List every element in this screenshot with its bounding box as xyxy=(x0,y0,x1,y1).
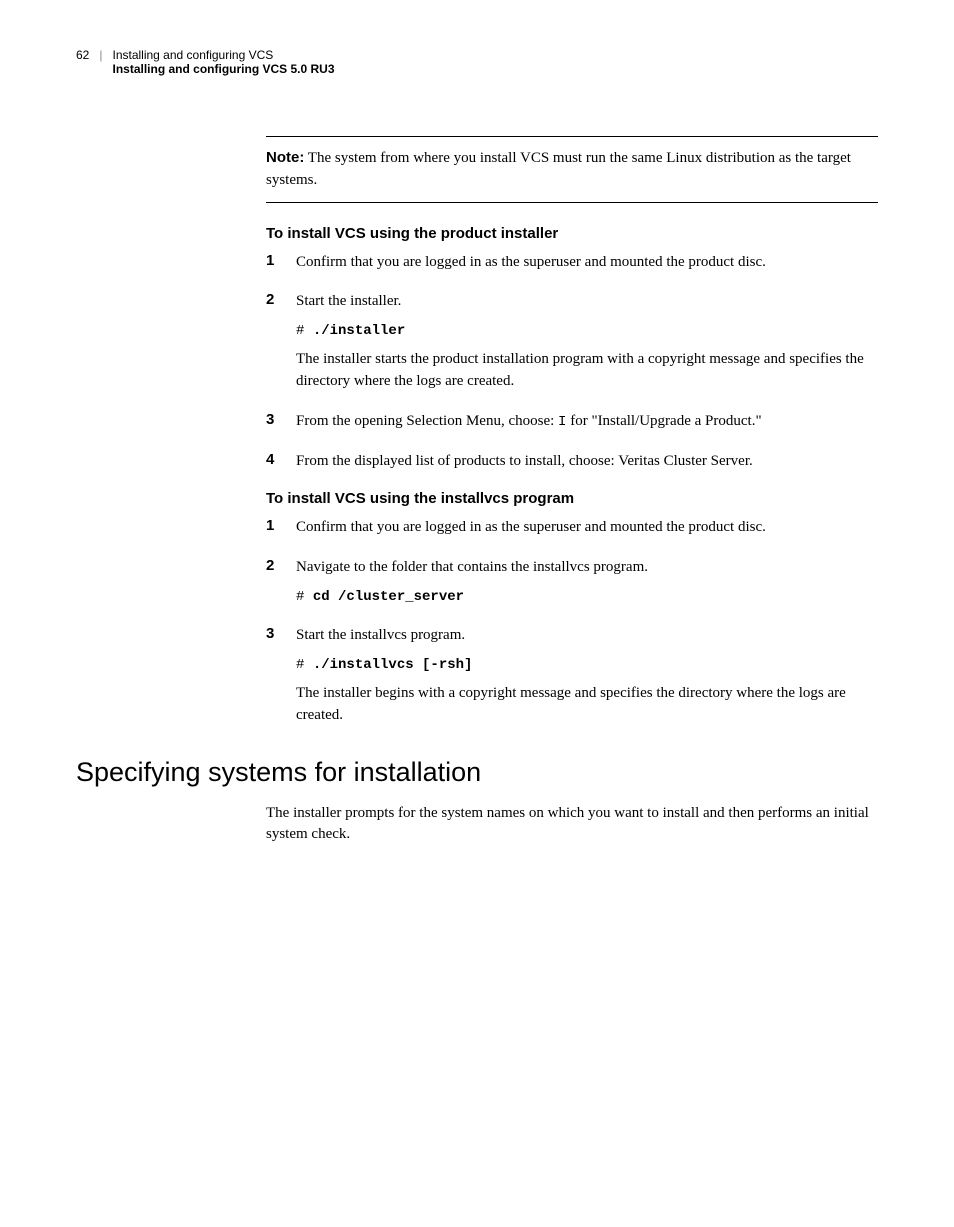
step-text: Confirm that you are logged in as the su… xyxy=(296,517,878,539)
procedure-title-2: To install VCS using the installvcs prog… xyxy=(266,490,878,507)
header-chapter: Installing and configuring VCS xyxy=(112,48,334,62)
note-label: Note: xyxy=(266,149,304,166)
step-text: Navigate to the folder that contains the… xyxy=(296,557,878,579)
step-text: Start the installvcs program. xyxy=(296,625,878,647)
step-number: 3 xyxy=(266,625,296,735)
step-text: Confirm that you are logged in as the su… xyxy=(296,252,878,274)
code-prompt: # xyxy=(296,323,313,339)
step-number: 1 xyxy=(266,517,296,547)
step-item: 3 From the opening Selection Menu, choos… xyxy=(266,411,878,441)
page-header: 62 | Installing and configuring VCS Inst… xyxy=(76,48,878,76)
step-item: 1 Confirm that you are logged in as the … xyxy=(266,252,878,282)
code-command: cd /cluster_server xyxy=(313,589,464,605)
step-text: From the opening Selection Menu, choose:… xyxy=(296,411,878,433)
procedure-title-1: To install VCS using the product install… xyxy=(266,225,878,242)
code-command: ./installer xyxy=(313,323,405,339)
step-after-text: The installer begins with a copyright me… xyxy=(296,683,878,727)
code-prompt: # xyxy=(296,589,313,605)
step-item: 2 Navigate to the folder that contains t… xyxy=(266,557,878,615)
note-text: The system from where you install VCS mu… xyxy=(266,150,851,188)
step-item: 3 Start the installvcs program. # ./inst… xyxy=(266,625,878,735)
step-number: 2 xyxy=(266,557,296,615)
step-text: From the displayed list of products to i… xyxy=(296,451,878,473)
header-section: Installing and configuring VCS 5.0 RU3 xyxy=(112,62,334,76)
section-heading: Specifying systems for installation xyxy=(76,757,878,788)
note-box: Note: The system from where you install … xyxy=(266,136,878,203)
step-item: 4 From the displayed list of products to… xyxy=(266,451,878,481)
code-block: # cd /cluster_server xyxy=(296,587,878,607)
step-number: 2 xyxy=(266,291,296,401)
code-prompt: # xyxy=(296,657,313,673)
code-block: # ./installer xyxy=(296,321,878,341)
header-separator: | xyxy=(99,48,102,62)
code-block: # ./installvcs [-rsh] xyxy=(296,655,878,675)
page-number: 62 xyxy=(76,48,89,62)
code-command: ./installvcs [-rsh] xyxy=(313,657,473,673)
section-body-text: The installer prompts for the system nam… xyxy=(266,803,878,847)
step-item: 1 Confirm that you are logged in as the … xyxy=(266,517,878,547)
step-number: 4 xyxy=(266,451,296,481)
step-number: 3 xyxy=(266,411,296,441)
step-text: Start the installer. xyxy=(296,291,878,313)
step-after-text: The installer starts the product install… xyxy=(296,349,878,393)
step-item: 2 Start the installer. # ./installer The… xyxy=(266,291,878,401)
step-number: 1 xyxy=(266,252,296,282)
